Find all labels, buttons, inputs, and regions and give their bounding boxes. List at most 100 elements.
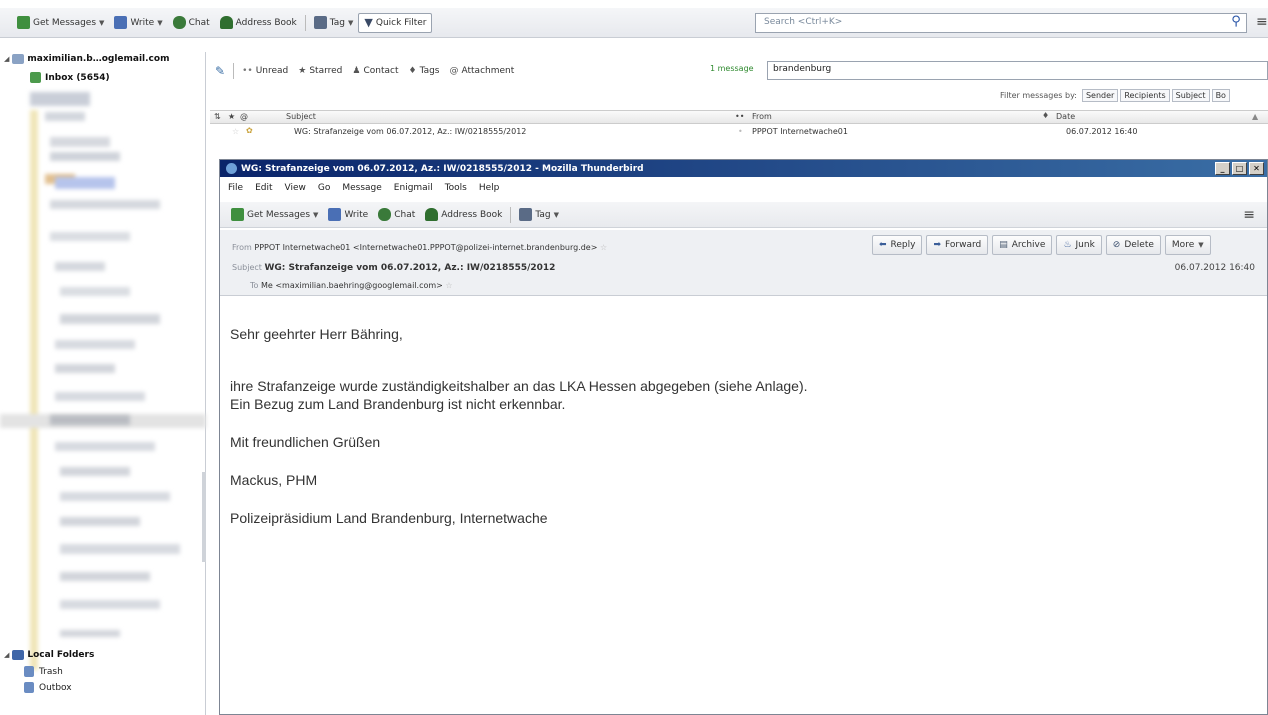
trash-folder[interactable]: Trash [24, 666, 63, 677]
outbox-folder[interactable]: Outbox [24, 682, 72, 693]
star-toggle-icon[interactable]: ☆ [232, 127, 239, 136]
header-to: To Me <maximilian.baehring@googlemail.co… [250, 281, 453, 290]
pencil-icon [114, 16, 128, 29]
from-column-header[interactable]: From [752, 112, 772, 121]
archive-button[interactable]: ▤ Archive [992, 235, 1053, 255]
chat-button[interactable]: Chat [373, 204, 420, 226]
window-title-bar[interactable]: WG: Strafanzeige vom 06.07.2012, Az.: IW… [220, 160, 1267, 177]
menu-icon[interactable]: ≡ [1243, 207, 1255, 223]
message-window-toolbar: Get Messages ▼ Write Chat Address Book T… [220, 202, 1267, 228]
attachment-filter-button[interactable]: @ Attachment [445, 60, 520, 82]
chat-bubble-icon [378, 208, 392, 221]
reply-button[interactable]: ⬅ Reply [872, 235, 923, 255]
sort-ascending-icon[interactable]: ▲ [1252, 112, 1258, 121]
filter-body-toggle[interactable]: Bo [1211, 88, 1230, 102]
star-column-icon[interactable]: ★ [228, 112, 235, 121]
junk-column-icon[interactable]: ♦ [1042, 111, 1049, 120]
junk-flame-icon: ♨ [1063, 240, 1072, 250]
download-icon [17, 16, 30, 29]
chevron-down-icon[interactable]: ▼ [99, 19, 104, 27]
signature-org: Polizeipräsidium Land Brandenburg, Inter… [230, 510, 548, 526]
menu-message[interactable]: Message [342, 183, 381, 193]
maximize-icon[interactable]: □ [1232, 162, 1247, 175]
global-search-input[interactable]: Search <Ctrl+K> [755, 13, 1247, 33]
menu-view[interactable]: View [285, 183, 306, 193]
address-book-button[interactable]: Address Book [420, 204, 507, 226]
menu-tools[interactable]: Tools [445, 183, 467, 193]
toolbar-separator [510, 206, 512, 223]
attachment-column-icon[interactable]: @ [240, 112, 248, 121]
tag-icon [313, 16, 327, 29]
write-button[interactable]: Write ▼ [109, 12, 167, 34]
local-folders[interactable]: ◢ Local Folders [4, 650, 94, 660]
get-messages-button[interactable]: Get Messages ▼ [12, 12, 109, 34]
signature-name: Mackus, PHM [230, 472, 318, 488]
thread-column-icon[interactable]: ⇅ [214, 112, 221, 121]
read-dot-icon[interactable]: • [738, 127, 743, 136]
tag-button[interactable]: Tag ▼ [309, 12, 359, 34]
more-button[interactable]: More ▼ [1164, 235, 1211, 255]
table-row[interactable]: ☆ ✿ WG: Strafanzeige vom 06.07.2012, Az.… [210, 126, 1268, 139]
quick-filter-button[interactable]: ▼ Quick Filter [358, 12, 433, 33]
message-header: From PPPOT Internetwache01 <Internetwach… [220, 230, 1267, 296]
address-book-button[interactable]: Address Book [215, 12, 302, 34]
chat-button[interactable]: Chat [168, 12, 215, 34]
read-column-icon[interactable]: •• [735, 112, 744, 121]
unread-filter-button[interactable]: •• Unread [237, 60, 293, 82]
search-icon[interactable]: ⚲ [1225, 13, 1247, 33]
subject-column-header[interactable]: Subject [286, 112, 316, 121]
star-icon[interactable]: ☆ [445, 281, 452, 290]
menu-go[interactable]: Go [318, 183, 330, 193]
message-body: Sehr geehrter Herr Bähring, ihre Strafan… [230, 325, 1250, 547]
delete-icon: ⊘ [1112, 240, 1121, 250]
chevron-down-icon[interactable]: ▼ [348, 19, 353, 27]
toolbar-separator [233, 63, 235, 79]
collapse-arrow-icon[interactable]: ◢ [4, 651, 9, 659]
menu-help[interactable]: Help [479, 183, 500, 193]
get-messages-button[interactable]: Get Messages ▼ [226, 204, 323, 226]
inbox-folder[interactable]: Inbox (5654) [30, 72, 110, 83]
closing: Mit freundlichen Grüßen [230, 434, 381, 450]
greeting: Sehr geehrter Herr Bähring, [230, 326, 403, 342]
minimize-icon[interactable]: _ [1215, 162, 1230, 175]
contact-filter-button[interactable]: ♟ Contact [347, 60, 403, 82]
junk-button[interactable]: ♨ Junk [1056, 235, 1102, 255]
collapse-arrow-icon[interactable]: ◢ [4, 55, 9, 63]
body-line-1: ihre Strafanzeige wurde zuständigkeitsha… [230, 378, 808, 394]
date-column-header[interactable]: Date [1056, 112, 1075, 121]
computer-icon [12, 650, 25, 660]
unread-icon: •• [242, 66, 253, 76]
chevron-down-icon[interactable]: ▼ [157, 19, 162, 27]
star-icon[interactable]: ☆ [600, 243, 607, 252]
delete-button[interactable]: ⊘ Delete [1105, 235, 1161, 255]
account-folder[interactable]: ◢ maximilian.b…oglemail.com [4, 54, 169, 64]
pencil-icon [328, 208, 342, 221]
filter-subject-toggle[interactable]: Subject [1171, 88, 1210, 102]
filter-recipients-toggle[interactable]: Recipients [1120, 88, 1170, 102]
write-button[interactable]: Write [323, 204, 373, 226]
close-icon[interactable]: ✕ [1249, 162, 1264, 175]
forward-button[interactable]: ➡ Forward [926, 235, 989, 255]
header-from: From PPPOT Internetwache01 <Internetwach… [232, 243, 608, 252]
archive-box-icon: ▤ [999, 240, 1008, 250]
sticky-pin-icon[interactable]: ✎ [210, 60, 230, 82]
quick-filter-search-input[interactable]: brandenburg [767, 61, 1268, 80]
tag-icon [519, 208, 533, 221]
menu-enigmail[interactable]: Enigmail [394, 183, 433, 193]
toolbar-separator [304, 14, 306, 31]
starred-filter-button[interactable]: ★ Starred [293, 60, 347, 82]
thunderbird-logo-icon [226, 163, 237, 174]
filter-sender-toggle[interactable]: Sender [1081, 88, 1119, 102]
menu-file[interactable]: File [228, 183, 243, 193]
app-menu-icon[interactable]: ≡ [1256, 14, 1268, 30]
tag-icon: ♦ [408, 66, 417, 76]
menu-bar: File Edit View Go Message Enigmail Tools… [220, 179, 511, 197]
chevron-down-icon[interactable]: ▼ [313, 211, 318, 219]
tag-button[interactable]: Tag ▼ [514, 204, 564, 226]
menu-edit[interactable]: Edit [255, 183, 272, 193]
tags-filter-button[interactable]: ♦ Tags [403, 60, 444, 82]
folder-pane-scrollbar[interactable] [202, 472, 206, 562]
chevron-down-icon[interactable]: ▼ [554, 211, 559, 219]
folder-pane: ◢ maximilian.b…oglemail.com Inbox (5654) [0, 52, 206, 715]
trash-icon [24, 666, 34, 677]
